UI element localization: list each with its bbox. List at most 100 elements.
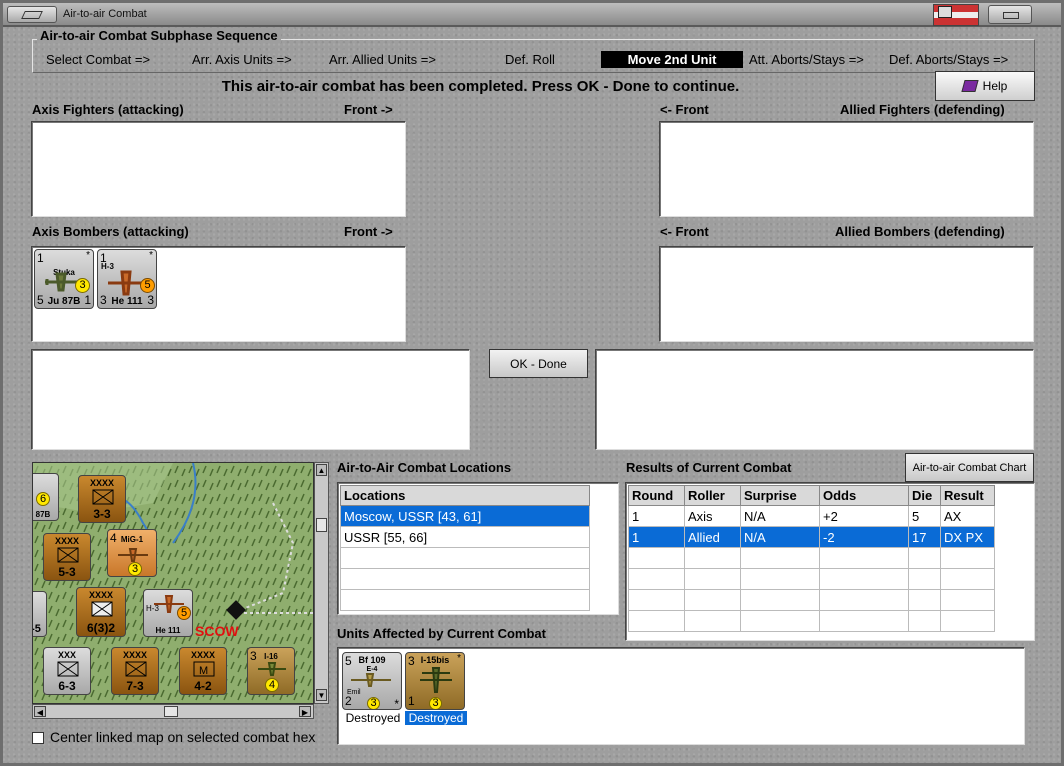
status-message: This air-to-air combat has been complete… xyxy=(221,78,740,95)
counter-badge: 5 xyxy=(140,278,155,293)
map-unit-counter[interactable]: XXXX 5-3 xyxy=(43,533,91,581)
allied-fighters-box[interactable] xyxy=(659,121,1034,217)
axis-fighters-box[interactable] xyxy=(31,121,406,217)
col-odds: Odds xyxy=(819,485,909,506)
map-unit-size: XXXX xyxy=(54,536,79,546)
affected-unit-bf109[interactable]: 5 Bf 109 E-4 Emil 3 2 * xyxy=(342,652,402,710)
results-title: Results of Current Combat xyxy=(626,460,792,475)
result-cell: Axis xyxy=(684,505,741,527)
map-unit-strength: MiG-1 xyxy=(120,535,144,544)
unit-counter-he111[interactable]: 1 * H-3 5 3 He 111 3 xyxy=(97,249,157,309)
counter-corner-mark: * xyxy=(149,250,153,261)
center-map-label: Center linked map on selected combat hex xyxy=(50,729,316,745)
map-unit-counter[interactable]: XXXX 7-3 xyxy=(111,647,159,695)
result-row[interactable]: 1 Axis N/A +2 5 AX xyxy=(628,505,995,527)
infantry-symbol-icon xyxy=(57,547,79,563)
german-flag-icon xyxy=(933,4,979,26)
counter-unit-type: I-15bis xyxy=(420,655,450,665)
scroll-vertical-thumb[interactable] xyxy=(316,518,327,532)
map-unit-counter[interactable]: 3 I-16 4 xyxy=(247,647,295,695)
map-vertical-scrollbar[interactable]: ▲ ▼ xyxy=(314,462,329,704)
scroll-down-button[interactable]: ▼ xyxy=(316,689,327,701)
counter-top-left-value: 1 xyxy=(37,251,44,265)
counter-unit-type: Bf 109 xyxy=(358,655,386,665)
close-button[interactable] xyxy=(988,5,1032,24)
result-row[interactable]: 1 Allied N/A -2 17 DX PX xyxy=(628,526,995,548)
result-cell: Allied xyxy=(684,526,741,548)
counter-badge: 3 xyxy=(367,697,380,709)
map-unit-strength: 5-3 xyxy=(58,565,76,579)
location-cell xyxy=(340,568,590,590)
result-cell: 1 xyxy=(628,505,685,527)
result-row[interactable] xyxy=(628,547,995,569)
infantry-symbol-icon xyxy=(57,661,79,677)
map-unit-counter[interactable]: -5 xyxy=(33,591,47,637)
allied-bombers-box[interactable] xyxy=(659,246,1034,342)
map-unit-strength: He 111 xyxy=(155,626,181,635)
results-grid[interactable]: Round Roller Surprise Odds Die Result 1 … xyxy=(625,482,1035,641)
infantry-symbol-icon xyxy=(91,601,113,617)
location-cell: Moscow, USSR [43, 61] xyxy=(340,505,590,527)
axis-bombers-front-label: Front -> xyxy=(344,224,393,239)
help-button[interactable]: Help xyxy=(935,71,1035,101)
scroll-left-button[interactable]: ◀ xyxy=(34,706,46,717)
result-row[interactable] xyxy=(628,589,995,611)
step-select-combat: Select Combat => xyxy=(46,52,151,67)
air-combat-chart-button[interactable]: Air-to-air Combat Chart xyxy=(905,453,1034,482)
map-unit-counter[interactable]: H-3 5 He 111 xyxy=(143,589,193,637)
map-horizontal-scrollbar[interactable]: ◀ ▶ xyxy=(32,704,314,719)
locations-header: Locations xyxy=(340,485,590,506)
map-unit-strength: 6-3 xyxy=(58,679,76,693)
location-cell xyxy=(340,589,590,611)
map-unit-strength: 7-3 xyxy=(126,679,144,693)
stuka-plane-icon xyxy=(45,272,77,292)
window-title: Air-to-air Combat xyxy=(63,8,147,20)
locations-list[interactable]: Locations Moscow, USSR [43, 61] USSR [55… xyxy=(337,482,619,615)
unit-counter-ju87b[interactable]: 1 * Stuka 3 5 Ju 87B 1 xyxy=(34,249,94,309)
step-def-aborts-stays: Def. Aborts/Stays => xyxy=(889,52,1009,67)
result-cell: +2 xyxy=(819,505,909,527)
linked-map[interactable]: XXXX 3-3 XXXX 5-3 4 MiG-1 3 XXXX 6(3)2 H… xyxy=(32,462,314,704)
map-unit-counter[interactable]: XXXX 6(3)2 xyxy=(76,587,126,637)
result-cell: 1 xyxy=(628,526,685,548)
counter-bottom-right-value: 1 xyxy=(84,293,91,307)
scroll-horizontal-thumb[interactable] xyxy=(164,706,178,717)
step-arr-axis-units: Arr. Axis Units => xyxy=(192,52,292,67)
units-affected-box[interactable]: 5 Bf 109 E-4 Emil 3 2 * Destroyed 3 I-15… xyxy=(337,647,1025,745)
map-unit-counter[interactable]: XXXX M 4-2 xyxy=(179,647,227,695)
help-book-icon xyxy=(961,80,979,92)
scroll-right-button[interactable]: ▶ xyxy=(299,706,311,717)
allied-bombers-label: Allied Bombers (defending) xyxy=(835,224,1005,239)
map-unit-strength: 87B xyxy=(35,510,51,519)
map-unit-badge: 3 xyxy=(128,562,142,576)
location-cell: USSR [55, 66] xyxy=(340,526,590,548)
affected-unit-i15bis[interactable]: 3 I-15bis * 3 1 xyxy=(405,652,465,710)
map-city-label: SCOW xyxy=(195,623,239,639)
location-row[interactable]: USSR [55, 66] xyxy=(340,526,590,548)
system-menu-button[interactable] xyxy=(7,6,57,23)
result-row[interactable] xyxy=(628,610,995,632)
affected-unit-status: Destroyed xyxy=(405,711,467,725)
location-row[interactable]: Moscow, USSR [43, 61] xyxy=(340,505,590,527)
center-map-checkbox[interactable] xyxy=(32,732,44,744)
result-row[interactable] xyxy=(628,568,995,590)
col-roller: Roller xyxy=(684,485,741,506)
ok-done-button[interactable]: OK - Done xyxy=(489,349,588,378)
map-unit-badge: 4 xyxy=(265,678,279,692)
map-unit-counter[interactable]: XXX 6-3 xyxy=(43,647,91,695)
counter-variant: E-4 xyxy=(366,666,378,673)
counter-corner-mark: * xyxy=(394,697,399,710)
scroll-up-button[interactable]: ▲ xyxy=(316,464,327,476)
location-row[interactable] xyxy=(340,568,590,590)
infantry-symbol-icon xyxy=(125,661,147,677)
map-unit-counter[interactable]: XXXX 3-3 xyxy=(78,475,126,523)
result-cell: AX xyxy=(940,505,995,527)
location-row[interactable] xyxy=(340,589,590,611)
axis-bombers-box[interactable]: 1 * Stuka 3 5 Ju 87B 1 1 * H-3 5 3 He 11… xyxy=(31,246,406,342)
location-row[interactable] xyxy=(340,547,590,569)
map-unit-counter[interactable]: 4 MiG-1 3 xyxy=(107,529,157,577)
help-button-label: Help xyxy=(982,79,1008,93)
result-cell: 17 xyxy=(908,526,941,548)
counter-corner-mark: * xyxy=(86,250,90,261)
map-unit-counter[interactable]: 6 87B xyxy=(33,473,59,521)
